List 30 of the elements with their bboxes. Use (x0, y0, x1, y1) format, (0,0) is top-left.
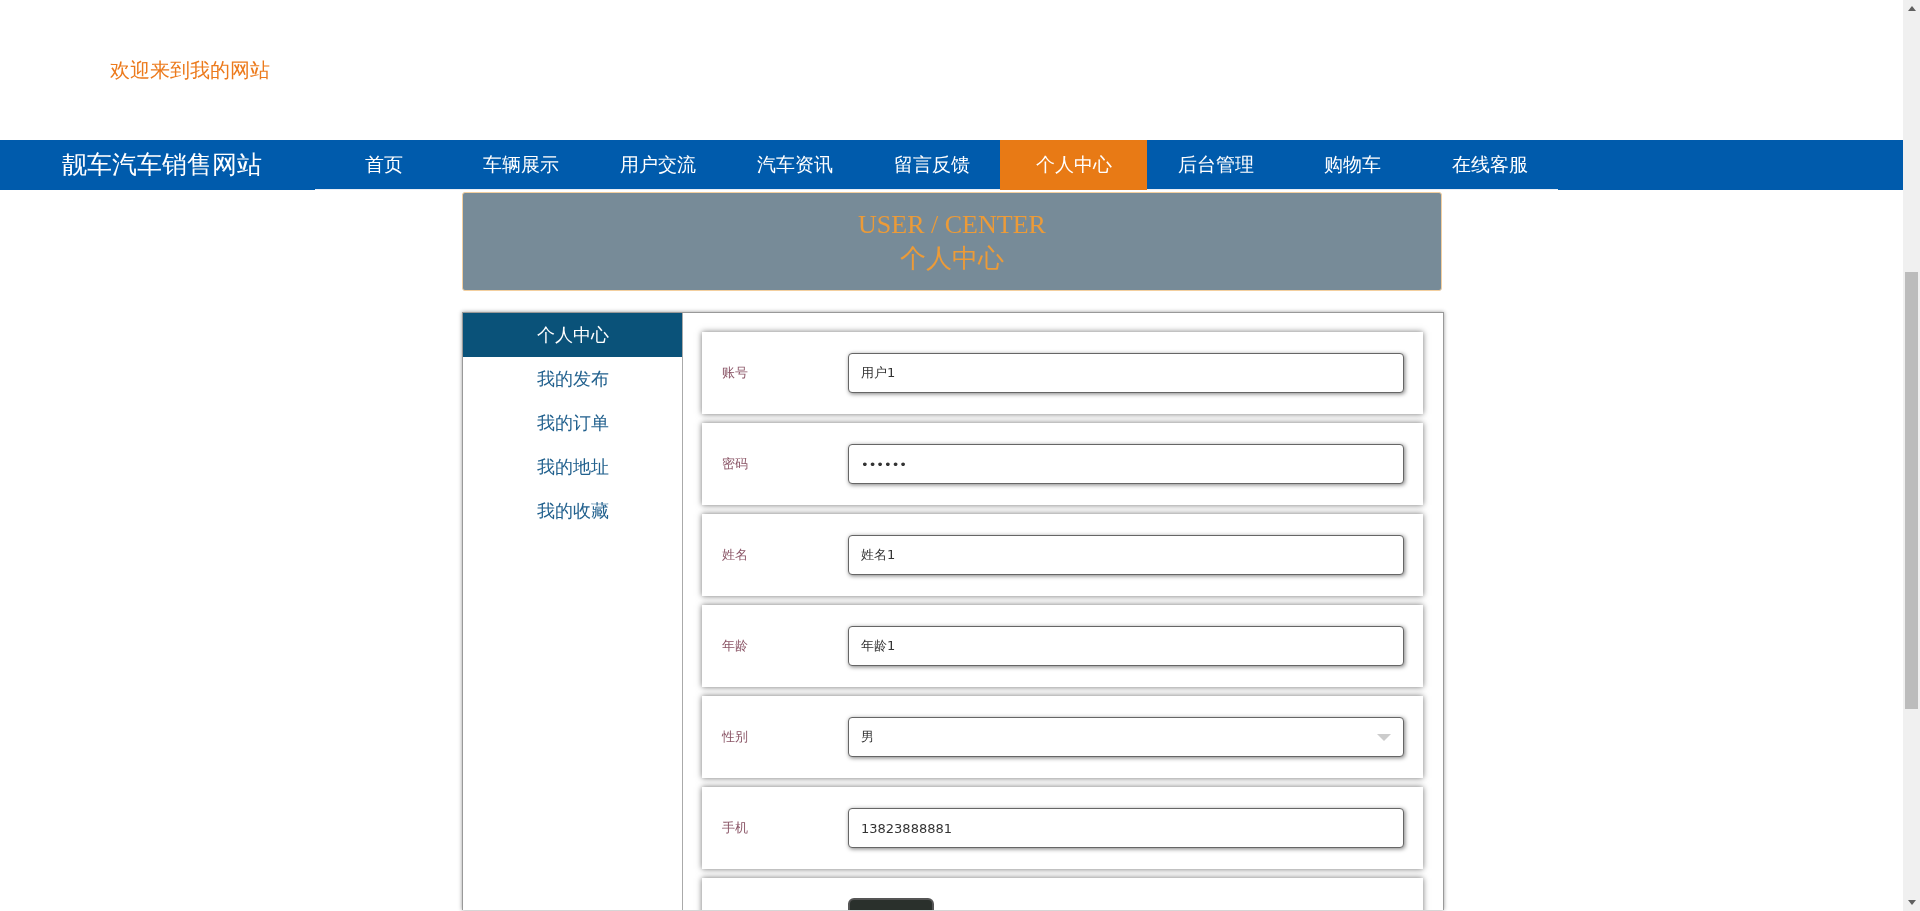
scrollbar[interactable] (1903, 0, 1920, 911)
field-label: 年龄 (722, 637, 749, 655)
site-title: 靓车汽车销售网站 (62, 149, 263, 181)
nav-link[interactable]: 后台管理 (1147, 140, 1284, 190)
field-label: 手机 (722, 819, 749, 837)
sidebar-item[interactable]: 我的发布 (463, 357, 682, 401)
welcome-text: 欢迎来到我的网站 (110, 56, 270, 84)
banner-subtitle: 个人中心 (900, 242, 1004, 275)
sidebar-item[interactable]: 我的订单 (463, 401, 682, 445)
caret-icon (1377, 733, 1391, 741)
nav-link[interactable]: 首页 (315, 140, 452, 190)
sidebar-item[interactable]: 我的地址 (463, 445, 682, 489)
nav-link[interactable]: 购物车 (1284, 140, 1421, 190)
field-label: 账号 (722, 364, 749, 382)
nav-link[interactable]: 在线客服 (1421, 140, 1558, 190)
field-label: 性别 (722, 728, 749, 746)
input-field[interactable]: 年龄1 (848, 626, 1404, 666)
field-label: 密码 (722, 455, 749, 473)
field-label: 姓名 (722, 546, 749, 564)
sidebar-item[interactable]: 我的收藏 (463, 489, 682, 533)
banner-title: USER / CENTER (858, 208, 1046, 241)
input-field[interactable]: •••••• (848, 444, 1404, 484)
nav-link[interactable]: 汽车资讯 (726, 140, 863, 190)
input-field[interactable]: 用户1 (848, 353, 1404, 393)
select-field[interactable]: 男 (848, 717, 1404, 757)
input-field[interactable]: 姓名1 (848, 535, 1404, 575)
nav-link[interactable]: 车辆展示 (452, 140, 589, 190)
nav-link[interactable]: 用户交流 (589, 140, 726, 190)
input-field[interactable]: 13823888881 (848, 808, 1404, 848)
sidebar-item[interactable]: 个人中心 (463, 313, 682, 357)
